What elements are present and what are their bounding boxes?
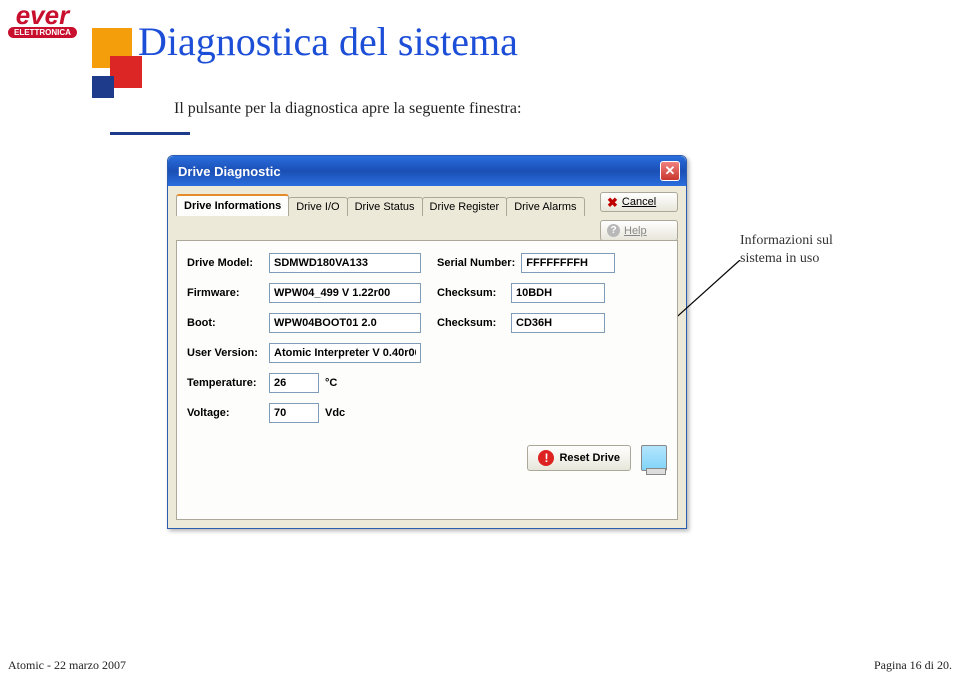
help-question-icon: ? <box>607 224 620 237</box>
dialog-title: Drive Diagnostic <box>178 164 281 179</box>
user-version-field[interactable] <box>269 343 421 363</box>
voltage-label: Voltage: <box>187 407 263 419</box>
footer-right: Pagina 16 di 20. <box>874 658 952 673</box>
tab-drive-status[interactable]: Drive Status <box>347 197 423 216</box>
tab-drive-alarms[interactable]: Drive Alarms <box>506 197 584 216</box>
tab-drive-informations[interactable]: Drive Informations <box>176 194 289 216</box>
tab-drive-io[interactable]: Drive I/O <box>288 197 347 216</box>
drive-model-field[interactable] <box>269 253 421 273</box>
temperature-unit: °C <box>325 377 337 389</box>
firmware-label: Firmware: <box>187 287 263 299</box>
boot-label: Boot: <box>187 317 263 329</box>
boot-field[interactable] <box>269 313 421 333</box>
cancel-button[interactable]: ✖ Cancel <box>600 192 678 212</box>
drive-diagnostic-dialog: Drive Diagnostic ✕ Drive Informations Dr… <box>167 155 687 529</box>
computer-icon <box>641 445 667 471</box>
voltage-field[interactable] <box>269 403 319 423</box>
firmware-field[interactable] <box>269 283 421 303</box>
page-title: Diagnostica del sistema <box>138 18 518 65</box>
temperature-label: Temperature: <box>187 377 263 389</box>
close-icon[interactable]: ✕ <box>660 161 680 181</box>
brand-logo: ever ELETTRONICA <box>8 4 77 38</box>
dialog-titlebar[interactable]: Drive Diagnostic ✕ <box>168 156 686 186</box>
serial-number-field[interactable] <box>521 253 615 273</box>
cancel-button-label: Cancel <box>622 196 656 208</box>
page-subtitle: Il pulsante per la diagnostica apre la s… <box>174 100 521 118</box>
checksum2-field[interactable] <box>511 313 605 333</box>
help-button-label: Help <box>624 225 647 237</box>
checksum1-field[interactable] <box>511 283 605 303</box>
tab-drive-register[interactable]: Drive Register <box>422 197 508 216</box>
checksum2-label: Checksum: <box>437 317 505 329</box>
reset-drive-button[interactable]: ! Reset Drive <box>527 445 631 471</box>
page-footer: Atomic - 22 marzo 2007 Pagina 16 di 20. <box>8 658 952 673</box>
reset-drive-label: Reset Drive <box>559 452 620 464</box>
cancel-x-icon: ✖ <box>607 197 618 208</box>
temperature-field[interactable] <box>269 373 319 393</box>
footer-left: Atomic - 22 marzo 2007 <box>8 658 126 673</box>
drive-model-label: Drive Model: <box>187 257 263 269</box>
help-button[interactable]: ? Help <box>600 220 678 241</box>
checksum1-label: Checksum: <box>437 287 505 299</box>
serial-number-label: Serial Number: <box>437 257 515 269</box>
warning-icon: ! <box>538 450 554 466</box>
tab-strip: Drive Informations Drive I/O Drive Statu… <box>176 194 592 216</box>
callout-text: Informazioni sulsistema in uso <box>740 232 833 267</box>
voltage-unit: Vdc <box>325 407 345 419</box>
user-version-label: User Version: <box>187 347 263 359</box>
tab-content-drive-informations: Drive Model: Serial Number: Firmware: Ch… <box>176 240 678 520</box>
brand-tagline: ELETTRONICA <box>8 27 77 38</box>
brand-text: ever <box>16 4 70 26</box>
